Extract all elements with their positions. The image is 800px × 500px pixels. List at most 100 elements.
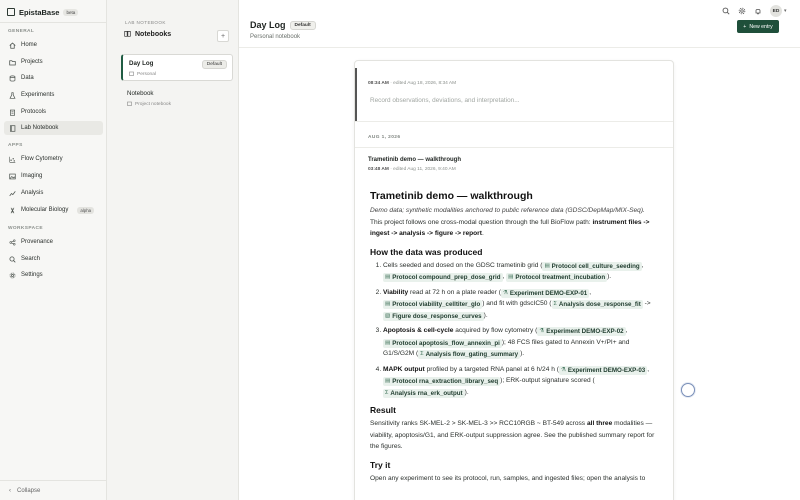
list-text: ) and fit with gdscIC50 ( bbox=[482, 300, 552, 307]
doc-subheading-try: Try it bbox=[370, 459, 391, 470]
brand-name: EpistaBase bbox=[19, 7, 60, 17]
doc-path-end: . bbox=[481, 230, 484, 237]
search-icon bbox=[9, 256, 16, 263]
search-button[interactable] bbox=[721, 6, 731, 16]
sidebar-item-lab-notebook[interactable]: Lab Notebook bbox=[4, 121, 103, 135]
sidebar-item-label: Analysis bbox=[21, 190, 44, 196]
data-steps-list: Cells seeded and dosed on the GDSC trame… bbox=[370, 260, 660, 399]
protocol-chip[interactable]: ▤ Protocol rna_extraction_library_seq bbox=[383, 377, 501, 386]
list-item: MAPK output profiled by a targeted RNA p… bbox=[383, 364, 660, 399]
sidebar-item-label: Provenance bbox=[21, 239, 54, 245]
figure-icon: ▧ bbox=[385, 312, 391, 319]
dna-icon bbox=[9, 207, 16, 214]
entry-meta: 03:48 AM · edited Aug 11, 2026, 9:40 AM bbox=[368, 167, 456, 172]
search-icon bbox=[722, 7, 730, 15]
chip-label: Experiment DEMO-EXP-02 bbox=[546, 328, 624, 335]
sidebar-item-settings[interactable]: Settings bbox=[4, 268, 103, 282]
collapse-button[interactable]: ‹ Collapse bbox=[0, 480, 106, 500]
result-text: Sensitivity ranks SK-MEL-2 > SK-MEL-3 >>… bbox=[370, 420, 587, 427]
folder-icon bbox=[9, 59, 16, 66]
flask-icon: ⚗ bbox=[502, 289, 508, 296]
sidebar-item-search[interactable]: Search bbox=[4, 252, 103, 266]
sidebar-item-home[interactable]: Home bbox=[4, 38, 103, 52]
gear-icon bbox=[738, 7, 746, 15]
chip-label: Protocol rna_extraction_library_seq bbox=[392, 378, 499, 385]
top-bar bbox=[239, 0, 800, 22]
add-notebook-button[interactable]: + bbox=[217, 30, 229, 42]
protocol-icon: ▤ bbox=[544, 262, 550, 269]
experiment-chip[interactable]: ⚗ Experiment DEMO-EXP-01 bbox=[500, 288, 590, 298]
chip-label: Experiment DEMO-EXP-03 bbox=[567, 366, 646, 374]
entry-body: Trametinib demo — walkthrough Demo data;… bbox=[370, 189, 660, 484]
doc-path: This project follows one cross-modal que… bbox=[370, 217, 660, 240]
protocol-chip[interactable]: ▤ Protocol viability_celltiter_glo bbox=[383, 300, 483, 309]
sidebar-item-label: Data bbox=[21, 75, 34, 81]
protocol-chip[interactable]: ▤ Protocol compound_prep_dose_grid bbox=[383, 273, 503, 282]
new-entry-button[interactable]: + New entry bbox=[737, 20, 779, 33]
doc-path-text: This project follows one cross-modal que… bbox=[370, 218, 593, 226]
notebook-subtitle-text: Personal bbox=[137, 72, 156, 77]
chip-label: Analysis flow_gating_summary bbox=[425, 351, 519, 358]
doc-result: Sensitivity ranks SK-MEL-2 > SK-MEL-3 >>… bbox=[370, 418, 660, 453]
book-icon bbox=[124, 30, 131, 39]
notebook-item-day-log[interactable]: Day Log Personal Default bbox=[121, 54, 233, 81]
protocol-icon: ▤ bbox=[385, 301, 391, 307]
notifications-button[interactable] bbox=[753, 6, 763, 16]
sidebar-item-experiments[interactable]: Experiments bbox=[4, 88, 103, 102]
protocol-icon: ▤ bbox=[385, 378, 391, 384]
cursor-handle[interactable] bbox=[681, 383, 695, 397]
experiment-chip[interactable]: ⚗ Experiment DEMO-EXP-03 bbox=[558, 365, 648, 375]
list-item: Viability read at 72 h on a plate reader… bbox=[383, 287, 660, 322]
list-text: ). bbox=[520, 350, 525, 357]
protocol-chip[interactable]: ▤ Protocol apoptosis_flow_annexin_pi bbox=[383, 338, 502, 348]
sidebar-item-projects[interactable]: Projects bbox=[4, 55, 103, 69]
bell-icon bbox=[755, 9, 761, 15]
flask-icon bbox=[9, 91, 16, 99]
entry-time: 03:48 AM bbox=[368, 167, 389, 172]
analysis-chip[interactable]: Σ Analysis flow_gating_summary bbox=[418, 350, 521, 359]
doc-subheading-data: How the data was produced bbox=[370, 246, 483, 257]
draft-input[interactable]: Record observations, deviations, and int… bbox=[370, 97, 520, 104]
entry-title[interactable]: Trametinib demo — walkthrough bbox=[368, 157, 461, 163]
sidebar-item-provenance[interactable]: Provenance bbox=[4, 235, 103, 249]
sidebar-item-label: Molecular Biology bbox=[21, 207, 69, 213]
list-text: acquired by flow cytometry ( bbox=[453, 327, 538, 334]
sigma-icon: Σ bbox=[385, 389, 389, 396]
entry-date: AUG 1, 2026 bbox=[368, 135, 401, 140]
beta-badge: beta bbox=[63, 8, 79, 16]
collapse-label: Collapse bbox=[17, 487, 41, 494]
analysis-chip[interactable]: Σ Analysis dose_response_fit bbox=[551, 300, 643, 309]
brand[interactable]: EpistaBase beta bbox=[7, 6, 79, 18]
notebook-list-panel: LAB NOTEBOOK Notebooks + Day Log Persona… bbox=[107, 0, 239, 500]
protocol-chip[interactable]: ▤ Protocol treatment_incubation bbox=[506, 273, 608, 282]
list-text: ). bbox=[483, 311, 488, 319]
page-title: Day Log Default bbox=[250, 20, 316, 30]
settings-button[interactable] bbox=[737, 6, 747, 16]
draft-indicator bbox=[355, 68, 357, 122]
chip-label: Protocol apoptosis_flow_annexin_pi bbox=[392, 339, 500, 347]
sidebar-item-data[interactable]: Data bbox=[4, 71, 103, 85]
avatar[interactable]: ED bbox=[770, 5, 782, 17]
sidebar-item-imaging[interactable]: Imaging bbox=[4, 169, 103, 183]
sidebar-item-label: Flow Cytometry bbox=[21, 156, 63, 162]
sidebar-item-analysis[interactable]: Analysis bbox=[4, 186, 103, 200]
sidebar-item-label: Search bbox=[21, 256, 41, 262]
doc-intro: Demo data; synthetic modalities anchored… bbox=[370, 207, 645, 214]
section-label-workspace: WORKSPACE bbox=[8, 226, 43, 231]
sidebar-divider bbox=[0, 22, 106, 23]
notebook-item-notebook[interactable]: Notebook Project notebook bbox=[121, 85, 233, 112]
doc-subheading-result: Result bbox=[370, 405, 396, 415]
analysis-chip[interactable]: Σ Analysis rna_erk_output bbox=[383, 388, 465, 398]
sidebar-item-molecular-biology[interactable]: Molecular Biology alpha bbox=[4, 203, 103, 217]
list-bold: MAPK output bbox=[383, 365, 425, 373]
list-text: profiled by a targeted RNA panel at 6 h/… bbox=[424, 365, 559, 373]
sidebar-item-protocols[interactable]: Protocols bbox=[4, 105, 103, 119]
chevron-down-icon[interactable]: ▾ bbox=[784, 8, 787, 14]
sidebar-item-flow-cytometry[interactable]: Flow Cytometry bbox=[4, 152, 103, 166]
list-bold: Viability bbox=[383, 288, 409, 296]
figure-chip[interactable]: ▧ Figure dose_response_curves bbox=[383, 311, 484, 321]
experiment-chip[interactable]: ⚗ Experiment DEMO-EXP-02 bbox=[537, 327, 626, 336]
protocol-chip[interactable]: ▤ Protocol cell_culture_seeding bbox=[542, 261, 642, 271]
sidebar-item-label: Projects bbox=[21, 59, 43, 65]
sidebar-item-label: Imaging bbox=[21, 173, 43, 179]
